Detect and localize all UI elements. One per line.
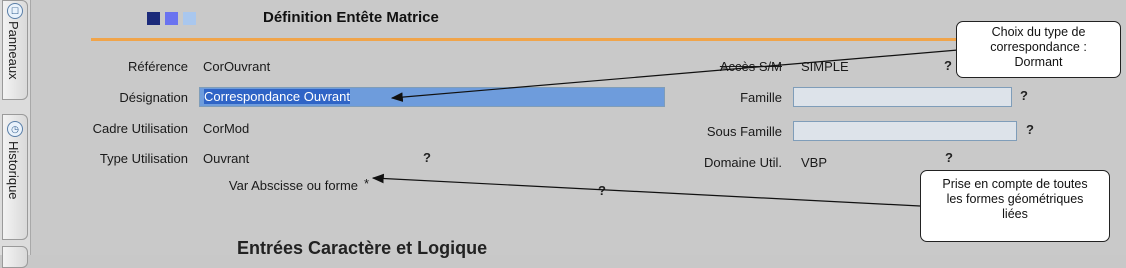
callout-top-line-2: correspondance :	[990, 40, 1087, 54]
callout-bottom-line-1: Prise en compte de toutes	[942, 177, 1088, 191]
callout-bottom-line-2: les formes géométriques	[946, 192, 1084, 206]
arrow-to-designation	[390, 49, 959, 102]
callout-formes-geometriques: Prise en compte de toutes les formes géo…	[920, 170, 1110, 242]
callout-type-correspondance: Choix du type de correspondance : Dorman…	[956, 21, 1121, 78]
callout-bottom-line-3: liées	[1002, 207, 1028, 221]
callout-top-line-1: Choix du type de	[991, 25, 1086, 39]
callout-top-line-3: Dormant	[1014, 55, 1063, 69]
arrow-to-var-abscisse	[371, 173, 921, 207]
